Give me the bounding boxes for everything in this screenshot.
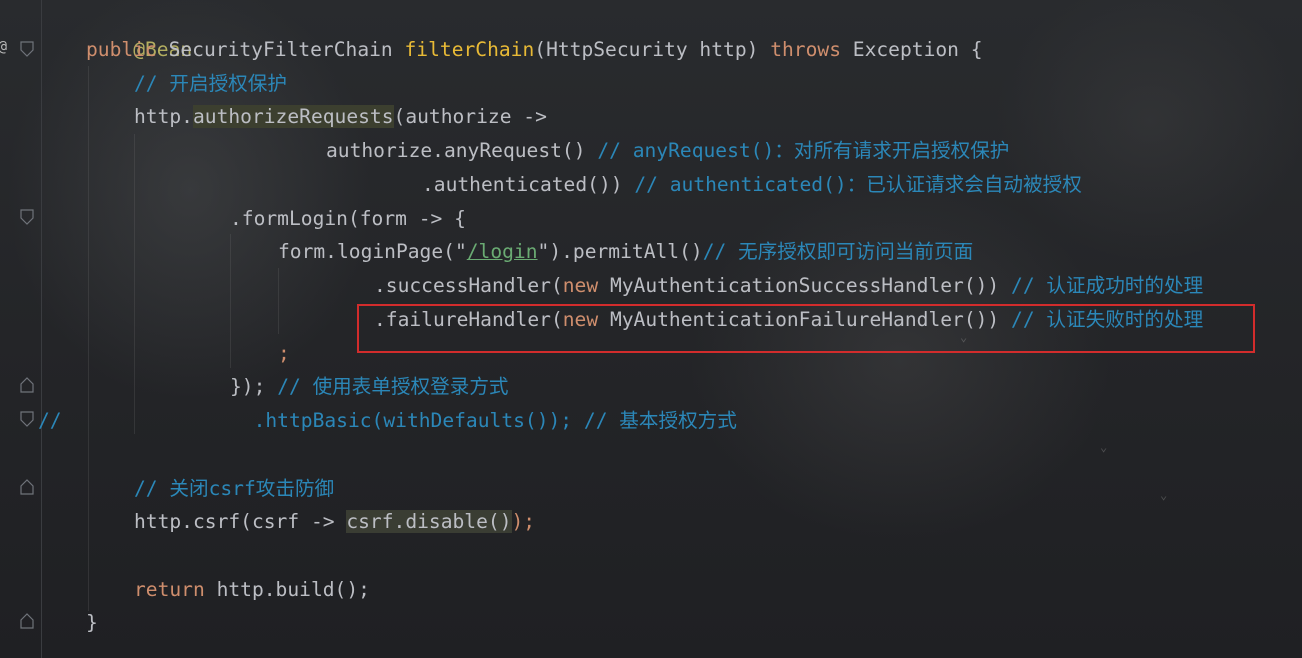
keyword: return bbox=[134, 578, 217, 601]
indent-guide bbox=[230, 234, 231, 368]
comment: // anyRequest()：对所有请求开启授权保护 bbox=[597, 139, 1010, 162]
string-literal: /login bbox=[466, 240, 538, 263]
fold-end-icon[interactable] bbox=[20, 613, 34, 629]
override-marker-icon[interactable]: @ bbox=[0, 37, 7, 55]
keyword: public bbox=[86, 38, 169, 61]
code-text: http.build(); bbox=[216, 578, 370, 601]
params: (HttpSecurity http) bbox=[534, 38, 771, 61]
code-line[interactable]: .formLogin(form -> { bbox=[230, 202, 466, 235]
code-line[interactable]: // 开启授权保护 bbox=[134, 67, 287, 100]
indent-guide bbox=[278, 268, 279, 334]
closing-brace: } bbox=[86, 611, 98, 634]
code-text: authorize.anyRequest() bbox=[326, 139, 598, 162]
commented-code: .httpBasic(withDefaults()); // 基本授权方式 bbox=[253, 409, 737, 432]
comment: // authenticated()：已认证请求会自动被授权 bbox=[634, 173, 1082, 196]
code-line[interactable]: .authenticated()) // authenticated()：已认证… bbox=[422, 168, 1082, 201]
code-text: http.csrf(csrf -> bbox=[134, 510, 347, 533]
code-text: ").permitAll() bbox=[537, 240, 703, 263]
comment: // 认证成功时的处理 bbox=[1011, 274, 1204, 297]
code-text: http. bbox=[134, 105, 193, 128]
fold-end-icon[interactable] bbox=[20, 377, 34, 393]
comment: // 开启授权保护 bbox=[134, 72, 287, 95]
comment: // 无序授权即可访问当前页面 bbox=[702, 240, 974, 263]
wallpaper-decoration: ⌄ bbox=[1100, 440, 1108, 454]
code-text: (authorize -> bbox=[393, 105, 547, 128]
type-name: SecurityFilterChain bbox=[168, 38, 405, 61]
fold-icon[interactable] bbox=[20, 41, 34, 57]
comment-prefix: // bbox=[38, 409, 62, 432]
code-line[interactable]: } bbox=[86, 606, 98, 639]
code-line[interactable]: public SecurityFilterChain filterChain(H… bbox=[86, 33, 983, 66]
method-name: filterChain bbox=[404, 38, 535, 61]
code-text: }); bbox=[230, 375, 278, 398]
code-line[interactable]: }); // 使用表单授权登录方式 bbox=[230, 370, 509, 403]
code-text: .formLogin(form -> { bbox=[230, 207, 466, 230]
code-line[interactable]: // 关闭csrf攻击防御 bbox=[134, 472, 334, 505]
highlight-rectangle bbox=[357, 304, 1255, 353]
comment: // 使用表单授权登录方式 bbox=[277, 375, 509, 398]
gutter-divider bbox=[41, 0, 42, 658]
code-line[interactable]: // .httpBasic(withDefaults()); // 基本授权方式 bbox=[38, 404, 737, 437]
code-line[interactable]: @Bean bbox=[86, 0, 192, 61]
comment: // 关闭csrf攻击防御 bbox=[134, 477, 335, 500]
semicolon: ; bbox=[278, 342, 290, 365]
code-text: .successHandler( bbox=[374, 274, 563, 297]
code-line[interactable]: ; bbox=[278, 337, 290, 370]
code-line[interactable]: form.loginPage("/login").permitAll()// 无… bbox=[278, 235, 973, 268]
indent-guide bbox=[88, 66, 89, 611]
fold-icon[interactable] bbox=[20, 411, 34, 427]
class-name: MyAuthenticationSuccessHandler()) bbox=[609, 274, 1012, 297]
code-text: .authenticated()) bbox=[422, 173, 635, 196]
deprecated-method: authorizeRequests bbox=[192, 105, 394, 128]
editor-gutter: @ bbox=[0, 0, 46, 658]
fold-icon[interactable] bbox=[20, 209, 34, 225]
deprecated-call: csrf.disable() bbox=[346, 510, 512, 533]
keyword: new bbox=[562, 274, 610, 297]
code-line[interactable]: return http.build(); bbox=[134, 573, 370, 606]
code-line[interactable]: .successHandler(new MyAuthenticationSucc… bbox=[374, 269, 1203, 302]
keyword: throws bbox=[770, 38, 853, 61]
code-text: form.loginPage(" bbox=[278, 240, 467, 263]
wallpaper-decoration: ⌄ bbox=[1160, 488, 1168, 502]
exception-type: Exception { bbox=[852, 38, 983, 61]
fold-end-icon[interactable] bbox=[20, 479, 34, 495]
code-text: ); bbox=[511, 510, 536, 533]
code-line[interactable]: authorize.anyRequest() // anyRequest()：对… bbox=[326, 134, 1009, 167]
indent-guide bbox=[134, 134, 135, 434]
code-line[interactable]: http.csrf(csrf -> csrf.disable()); bbox=[134, 505, 535, 538]
code-line[interactable]: http.authorizeRequests(authorize -> bbox=[134, 100, 547, 133]
